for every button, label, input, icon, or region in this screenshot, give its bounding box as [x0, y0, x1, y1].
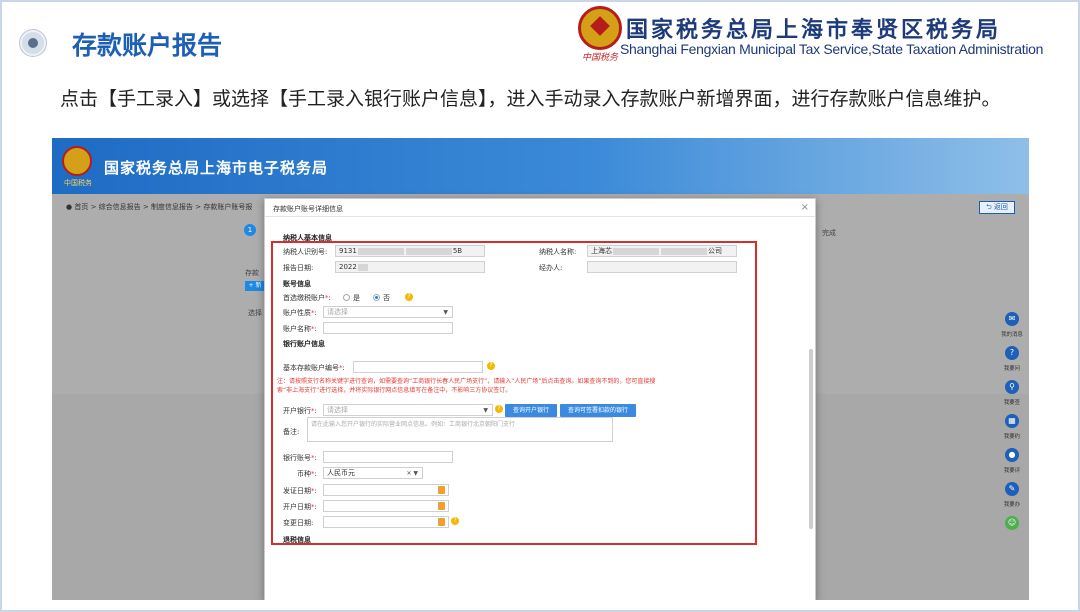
search-icon: ⚲: [1005, 380, 1019, 394]
logo-signature: 中国税务: [582, 53, 619, 63]
question-icon: ?: [1005, 346, 1019, 360]
slide-description: 点击【手工录入】或选择【手工录入银行账户信息】，进入手动录入存款账户新增界面，进…: [60, 88, 1001, 110]
calendar-icon: ▦: [1005, 414, 1019, 428]
back-button[interactable]: ⮌ 返回: [979, 201, 1015, 214]
modal-title: 存款账户账号详细信息: [273, 205, 343, 213]
right-rail: ✉ 我的消息 ? 我要问 ⚲ 我要查 ▦ 我要约 ● 我要评 ✎ 我要办 ☺: [1000, 312, 1024, 550]
banner-signature: 中国税务: [64, 179, 92, 187]
modal-header: 存款账户账号详细信息 ×: [265, 199, 815, 217]
close-icon[interactable]: ×: [801, 202, 809, 213]
chat-icon: ●: [1005, 448, 1019, 462]
rail-item-ask[interactable]: ? 我要问: [1000, 346, 1024, 380]
message-icon: ✉: [1005, 312, 1019, 326]
breadcrumb-item-home[interactable]: 首页: [74, 203, 88, 211]
rail-item-message[interactable]: ✉ 我的消息: [1000, 312, 1024, 346]
bullet-icon: [20, 30, 46, 56]
breadcrumb: ● 首页 > 综合信息报告 > 制度信息报告 > 存款账户账号报: [66, 203, 253, 211]
rail-item-assistant[interactable]: ☺: [1000, 516, 1024, 550]
breadcrumb-item-system[interactable]: 制度信息报告: [151, 203, 193, 211]
rail-item-search[interactable]: ⚲ 我要查: [1000, 380, 1024, 414]
banner-title: 国家税务总局上海市电子税务局: [104, 159, 329, 177]
logo-chinese-name: 国家税务总局上海市奉贤区税务局: [626, 18, 1002, 43]
tax-emblem-icon: [578, 6, 622, 50]
slide-title: 存款账户报告: [72, 31, 223, 60]
location-icon: ●: [66, 203, 73, 211]
app-screenshot: 国家税务总局上海市电子税务局 中国税务 ● 首页 > 综合信息报告 > 制度信息…: [52, 138, 1029, 600]
step-indicator: 1: [244, 224, 256, 236]
rail-item-appoint[interactable]: ▦ 我要约: [1000, 414, 1024, 448]
rail-item-rate[interactable]: ● 我要评: [1000, 448, 1024, 482]
rail-item-handle[interactable]: ✎ 我要办: [1000, 482, 1024, 516]
bg-table-header: 选择: [248, 309, 262, 317]
logo-english-name: Shanghai Fengxian Municipal Tax Service,…: [620, 41, 1044, 57]
add-button[interactable]: + 新: [245, 281, 265, 291]
breadcrumb-item-current: 存款账户账号报: [203, 203, 253, 211]
banner-emblem-icon: [62, 146, 92, 176]
edit-icon: ✎: [1005, 482, 1019, 496]
breadcrumb-item-report[interactable]: 综合信息报告: [99, 203, 141, 211]
app-banner: 国家税务总局上海市电子税务局 中国税务: [52, 138, 1029, 194]
robot-icon: ☺: [1005, 516, 1019, 530]
highlight-box: [271, 241, 757, 545]
step-label-done: 完成: [822, 229, 836, 237]
bg-section-label: 存款: [245, 269, 259, 277]
modal-scrollbar[interactable]: [809, 349, 813, 529]
